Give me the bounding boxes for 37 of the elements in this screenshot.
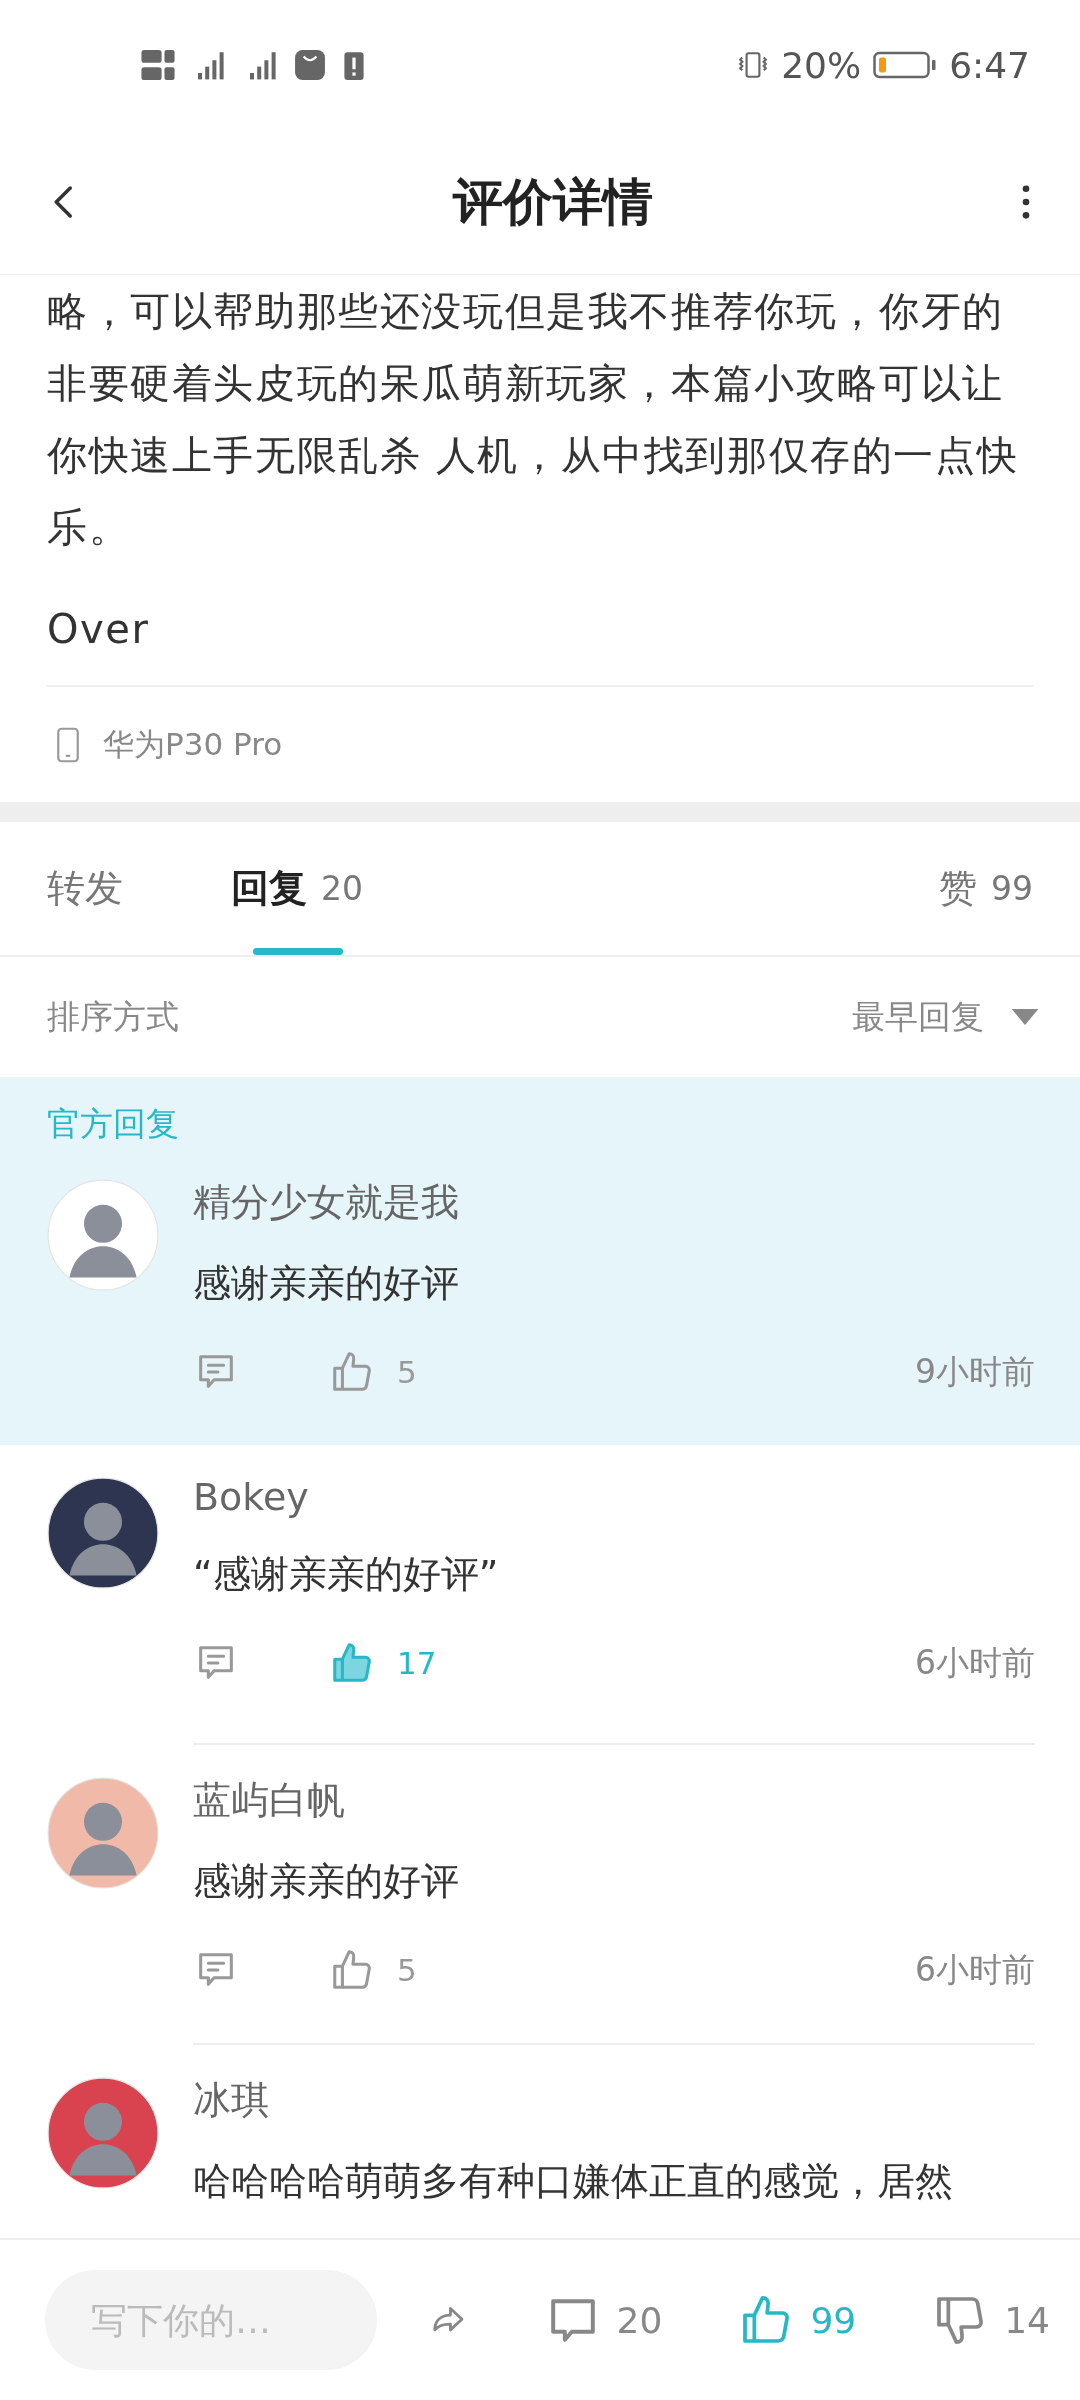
commenter-name: 蓝屿白帆 bbox=[193, 1777, 346, 1824]
tab[interactable]: 赞 99 bbox=[939, 822, 1033, 955]
like-count: 99 bbox=[810, 2299, 857, 2341]
like-count: 5 bbox=[397, 1952, 417, 1988]
review-text: 略，可以帮助那些还没玩但是我不推荐你玩，你牙的非要硬着头皮玩的呆瓜萌新玩家，本篇小攻略可以让你快速上手无限乱杀 人机，从中找到那仅存的一点快乐。 bbox=[47, 287, 1020, 552]
caret-icon bbox=[1010, 1009, 1040, 1025]
sort-label: 排序方式 bbox=[47, 995, 179, 1038]
commenter-name: Bokey bbox=[193, 1475, 310, 1519]
comment-time: 9小时前 bbox=[915, 1350, 1035, 1393]
device-name: 华为P30 Pro bbox=[103, 724, 283, 764]
reply-input[interactable]: 写下你的… bbox=[45, 2270, 377, 2370]
comment-text: “感谢亲亲的好评” bbox=[193, 1551, 500, 1598]
review-text: Over bbox=[47, 605, 151, 654]
like-count: 5 bbox=[397, 1354, 417, 1390]
avatar[interactable] bbox=[47, 1477, 159, 1589]
comment-text: 感谢亲亲的好评 bbox=[193, 1858, 460, 1905]
like-count: 17 bbox=[397, 1645, 437, 1681]
tab[interactable]: 回复 20 bbox=[231, 822, 363, 955]
sort-dropdown[interactable]: 最早回复 bbox=[842, 994, 1050, 1040]
clock: 6:47 bbox=[949, 44, 1030, 86]
commenter-name: 冰琪 bbox=[193, 2077, 270, 2124]
official-reply-label: 官方回复 bbox=[46, 1103, 180, 1145]
comment-text: 哈哈哈哈萌萌多有种口嫌体正直的感觉，居然 bbox=[193, 2158, 954, 2205]
battery-icon bbox=[873, 50, 938, 80]
commenter-name: 精分少女就是我 bbox=[193, 1179, 460, 1226]
comment-count: 20 bbox=[616, 2299, 663, 2341]
comment-time: 6小时前 bbox=[915, 1948, 1035, 1991]
more-icon[interactable] bbox=[1020, 183, 1032, 221]
vibrate-icon bbox=[737, 49, 770, 81]
page-title: 评价详情 bbox=[451, 171, 654, 233]
comment-text: 感谢亲亲的好评 bbox=[193, 1260, 460, 1307]
app-store-icon bbox=[294, 49, 326, 81]
tab[interactable]: 转发 bbox=[47, 822, 123, 955]
battery-percent: 20% bbox=[781, 44, 862, 86]
dislike-count: 14 bbox=[1004, 2299, 1050, 2341]
sim-icon bbox=[138, 47, 178, 83]
comment-time: 6小时前 bbox=[915, 1641, 1035, 1684]
